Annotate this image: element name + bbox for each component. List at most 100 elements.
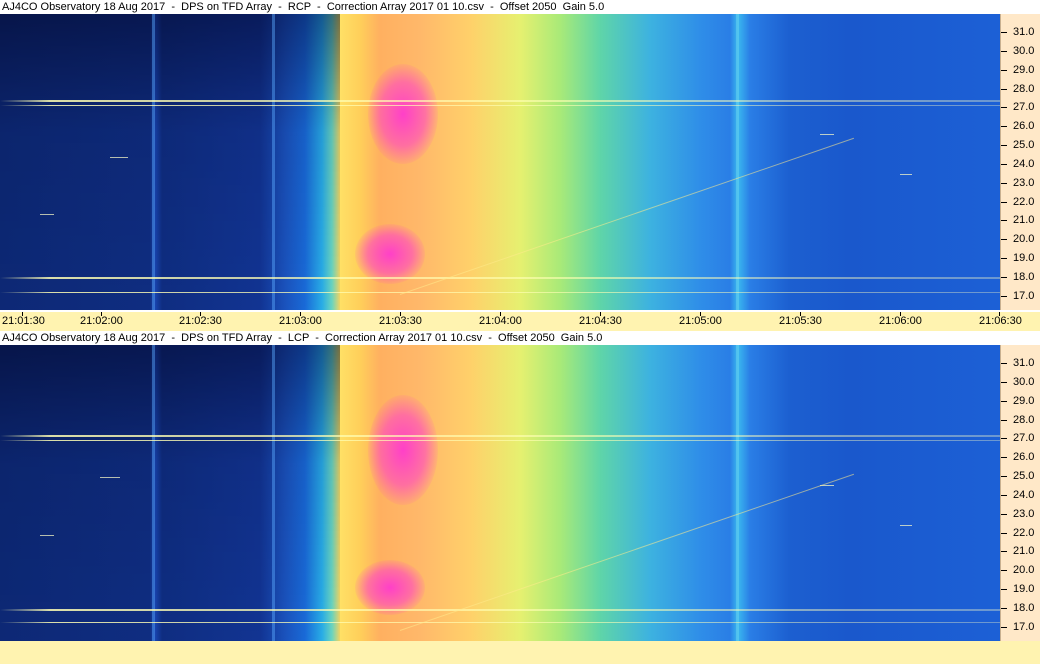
tick (1001, 32, 1007, 33)
freq-label: 28.0 (1013, 414, 1035, 426)
time-label: 21:06:30 (979, 315, 1022, 327)
freq-label: 19.0 (1013, 583, 1035, 595)
freq-label: 30.0 (1013, 376, 1035, 388)
lcp-frequency-axis: 31.0 30.0 29.0 28.0 27.0 26.0 25.0 24.0 … (1000, 345, 1040, 641)
freq-label: 20.0 (1013, 564, 1035, 576)
lcp-streak (40, 535, 54, 536)
rcp-vertical-interference-3 (736, 14, 739, 310)
freq-label: 25.0 (1013, 139, 1035, 151)
tick (1001, 296, 1007, 297)
freq-label: 23.0 (1013, 177, 1035, 189)
time-label: 21:03:30 (379, 315, 422, 327)
lcp-noise-region (0, 345, 340, 641)
lcp-burst-upper (368, 395, 438, 505)
tick (1001, 551, 1007, 552)
lcp-vertical-interference-2 (272, 345, 275, 641)
tick (1001, 420, 1007, 421)
lcp-vertical-interference-3 (736, 345, 739, 641)
rcp-interference-line-27b (0, 105, 1000, 106)
freq-label: 25.0 (1013, 470, 1035, 482)
time-label: 21:05:30 (779, 315, 822, 327)
rcp-noise-region (0, 14, 340, 310)
freq-label: 29.0 (1013, 395, 1035, 407)
rcp-interference-line-27 (0, 100, 1000, 102)
freq-label: 29.0 (1013, 64, 1035, 76)
freq-label: 28.0 (1013, 83, 1035, 95)
tick (1001, 382, 1007, 383)
rcp-vertical-interference-2 (272, 14, 275, 310)
tick (1001, 514, 1007, 515)
tick (1001, 126, 1007, 127)
tick (1001, 476, 1007, 477)
freq-label: 27.0 (1013, 432, 1035, 444)
lcp-vertical-interference-1 (152, 345, 155, 641)
tick (1001, 202, 1007, 203)
rcp-interference-line-17 (0, 292, 1000, 293)
rcp-interference-line-18 (0, 277, 1000, 279)
time-axis: 21:01:30 21:02:00 21:02:30 21:03:00 21:0… (0, 312, 1040, 331)
tick (1001, 107, 1007, 108)
tick (1001, 183, 1007, 184)
lcp-panel-title: AJ4CO Observatory 18 Aug 2017 - DPS on T… (0, 331, 1040, 345)
freq-label: 18.0 (1013, 602, 1035, 614)
tick (1001, 220, 1007, 221)
freq-label: 27.0 (1013, 101, 1035, 113)
tick (1001, 258, 1007, 259)
tick (1001, 164, 1007, 165)
freq-label: 21.0 (1013, 545, 1035, 557)
freq-label: 17.0 (1013, 621, 1035, 633)
freq-label: 22.0 (1013, 527, 1035, 539)
freq-label: 20.0 (1013, 233, 1035, 245)
tick (1001, 89, 1007, 90)
tick (1001, 570, 1007, 571)
freq-label: 17.0 (1013, 290, 1035, 302)
tick (1001, 533, 1007, 534)
time-label: 21:04:30 (579, 315, 622, 327)
time-label: 21:06:00 (879, 315, 922, 327)
time-label: 21:04:00 (479, 315, 522, 327)
tick (1001, 239, 1007, 240)
rcp-streak (820, 134, 834, 135)
time-label: 21:01:30 (2, 315, 45, 327)
freq-label: 19.0 (1013, 252, 1035, 264)
freq-label: 24.0 (1013, 158, 1035, 170)
freq-label: 23.0 (1013, 508, 1035, 520)
tick (1001, 363, 1007, 364)
time-label: 21:05:00 (679, 315, 722, 327)
freq-label: 31.0 (1013, 357, 1035, 369)
lcp-interference-line-27 (0, 435, 1000, 437)
tick (1001, 438, 1007, 439)
freq-label: 30.0 (1013, 45, 1035, 57)
lcp-interference-line-17 (0, 622, 1000, 623)
freq-label: 18.0 (1013, 271, 1035, 283)
tick (1001, 457, 1007, 458)
tick (1001, 70, 1007, 71)
rcp-streak (900, 174, 912, 175)
freq-label: 22.0 (1013, 196, 1035, 208)
lcp-interference-line-27b (0, 440, 1000, 441)
tick (1001, 589, 1007, 590)
lcp-bottom-strip (0, 641, 1040, 664)
freq-label: 24.0 (1013, 489, 1035, 501)
rcp-burst-upper (368, 64, 438, 164)
tick (1001, 495, 1007, 496)
tick (1001, 145, 1007, 146)
tick (1001, 401, 1007, 402)
tick (1001, 608, 1007, 609)
freq-label: 21.0 (1013, 214, 1035, 226)
lcp-streak (100, 477, 120, 478)
lcp-spectrogram[interactable] (0, 345, 1000, 641)
time-label: 21:03:00 (279, 315, 322, 327)
tick (1001, 51, 1007, 52)
freq-label: 26.0 (1013, 120, 1035, 132)
lcp-streak (900, 525, 912, 526)
rcp-streak (40, 214, 54, 215)
rcp-vertical-interference-1 (152, 14, 155, 310)
time-label: 21:02:30 (179, 315, 222, 327)
rcp-burst-lower (355, 224, 425, 284)
rcp-spectrogram[interactable] (0, 14, 1000, 310)
lcp-interference-line-18 (0, 609, 1000, 611)
time-label: 21:02:00 (80, 315, 123, 327)
tick (1001, 627, 1007, 628)
lcp-burst-lower (355, 560, 425, 615)
